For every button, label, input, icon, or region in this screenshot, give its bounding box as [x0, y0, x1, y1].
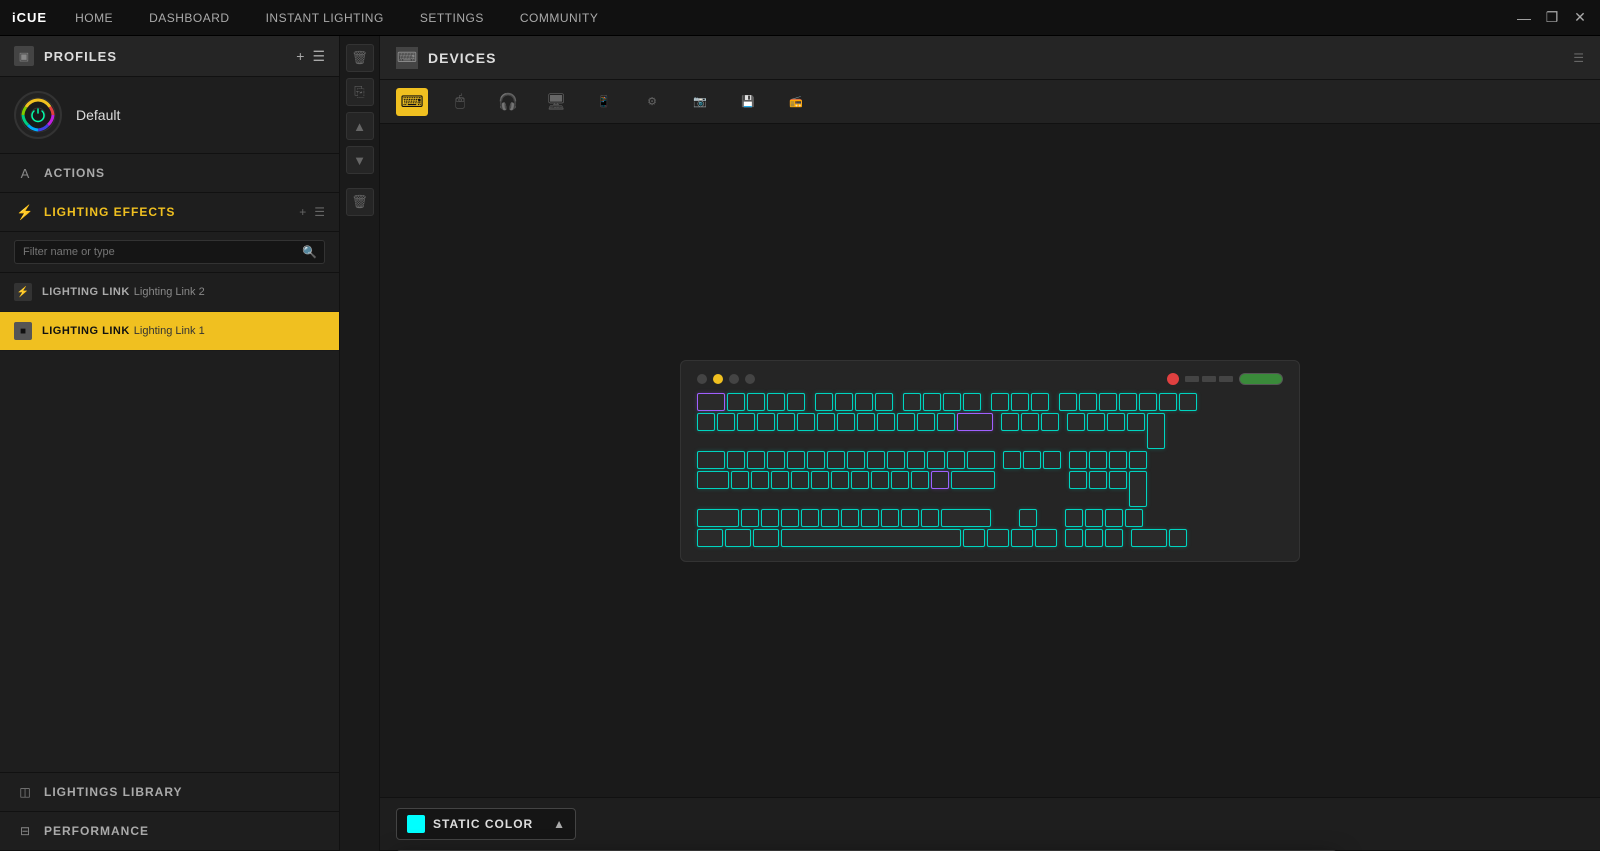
performance-icon: ⊟ [14, 820, 36, 842]
devices-icon: ⌨ [396, 47, 418, 69]
performance-section[interactable]: ⊟ PERFORMANCE [0, 812, 339, 851]
nav-community[interactable]: COMMUNITY [516, 11, 603, 25]
library-icon: ◫ [14, 781, 36, 803]
devices-header: ⌨ DEVICES ☰ [380, 36, 1600, 80]
minimize-button[interactable]: — [1516, 10, 1532, 26]
kb-power-indicator [1239, 373, 1283, 385]
lighting-title: LIGHTING EFFECTS [44, 205, 175, 219]
search-icon: 🔍 [302, 245, 317, 259]
window-controls: — ❐ ✕ [1516, 9, 1588, 26]
dropdown-color-preview [407, 815, 425, 833]
dropdown-bar: STATIC COLOR ▲ [380, 798, 1600, 851]
sidebar-bottom: ◫ LIGHTINGS LIBRARY ⊟ PERFORMANCE [0, 772, 339, 851]
devices-title: DEVICES [428, 50, 1573, 66]
main-layout: ▣ PROFILES + ☰ [0, 36, 1600, 851]
keyboard-area [380, 124, 1600, 797]
filter-input[interactable] [14, 240, 325, 264]
performance-title: PERFORMANCE [44, 824, 149, 838]
tool-column: 🗑 ⎘ ▲ ▼ 🗑 [340, 36, 380, 851]
link1-icon: ■ [14, 322, 32, 340]
actions-title: ACTIONS [44, 166, 105, 180]
tab-headset[interactable]: 🎧 [492, 88, 524, 116]
link2-icon: ⚡ [14, 283, 32, 301]
lighting-menu-button[interactable]: ☰ [314, 205, 325, 219]
profiles-menu-button[interactable]: ☰ [312, 48, 325, 65]
avatar [14, 91, 62, 139]
sidebar: ▣ PROFILES + ☰ [0, 36, 340, 851]
kb-dot-3 [729, 374, 739, 384]
library-section[interactable]: ◫ LIGHTINGS LIBRARY [0, 773, 339, 812]
profiles-add-button[interactable]: + [296, 48, 304, 65]
profiles-actions: + ☰ [296, 48, 325, 65]
profiles-header: ▣ PROFILES + ☰ [0, 36, 339, 77]
kb-dot-1 [697, 374, 707, 384]
devices-menu-button[interactable]: ☰ [1573, 51, 1584, 65]
dropdown-label: STATIC COLOR [433, 817, 545, 831]
link1-sub: Lighting Link 1 [134, 325, 205, 337]
chevron-up-icon: ▲ [553, 817, 565, 831]
profile-name: Default [76, 107, 120, 123]
link1-label: LIGHTING LINK [42, 325, 130, 337]
keyboard-container [680, 360, 1300, 562]
keyboard-title-bar [697, 373, 1283, 385]
tool-down[interactable]: ▼ [346, 146, 374, 174]
lighting-item-link1[interactable]: ■ LIGHTING LINK Lighting Link 1 [0, 312, 339, 351]
tool-up[interactable]: ▲ [346, 112, 374, 140]
tab-device7[interactable]: 💾 [732, 88, 764, 116]
tab-monitor[interactable]: 🖥 [540, 88, 572, 116]
content-area: ⌨ DEVICES ☰ ⌨ 🖱 🎧 🖥 📱 ⚙ 📷 💾 📻 [380, 36, 1600, 851]
device-tabs: ⌨ 🖱 🎧 🖥 📱 ⚙ 📷 💾 📻 [380, 80, 1600, 124]
nav-bar: HOME DASHBOARD INSTANT LIGHTING SETTINGS… [71, 11, 1516, 25]
keyboard-svg [697, 393, 1283, 547]
filter-bar: 🔍 [0, 232, 339, 273]
actions-section[interactable]: A ACTIONS [0, 154, 339, 193]
link2-label: LIGHTING LINK [42, 286, 130, 298]
lightning-icon: ⚡ [14, 201, 36, 223]
link2-sub: Lighting Link 2 [134, 286, 205, 298]
effects-panel: STATIC COLOR ▲ PREDEFINED SPIRAL RAINBOW… [380, 797, 1600, 851]
library-title: LIGHTINGS LIBRARY [44, 785, 183, 799]
lighting-add-button[interactable]: + [299, 205, 306, 219]
tab-keyboard[interactable]: ⌨ [396, 88, 428, 116]
tab-device4[interactable]: 📱 [588, 88, 620, 116]
actions-icon: A [14, 162, 36, 184]
nav-dashboard[interactable]: DASHBOARD [145, 11, 234, 25]
tool-trash2[interactable]: 🗑 [346, 188, 374, 216]
nav-instant-lighting[interactable]: INSTANT LIGHTING [262, 11, 388, 25]
effect-dropdown[interactable]: STATIC COLOR ▲ [396, 808, 576, 840]
kb-dot-4 [745, 374, 755, 384]
app-logo: iCUE [12, 10, 47, 25]
nav-home[interactable]: HOME [71, 11, 117, 25]
tool-delete[interactable]: 🗑 [346, 44, 374, 72]
profiles-title: PROFILES [44, 49, 296, 64]
close-button[interactable]: ✕ [1572, 9, 1588, 26]
tab-device5[interactable]: ⚙ [636, 88, 668, 116]
profiles-icon: ▣ [14, 46, 34, 66]
kb-dot-2 [713, 374, 723, 384]
lighting-effects-section[interactable]: ⚡ LIGHTING EFFECTS + ☰ [0, 193, 339, 232]
tool-copy[interactable]: ⎘ [346, 78, 374, 106]
tab-device8[interactable]: 📻 [780, 88, 812, 116]
maximize-button[interactable]: ❐ [1544, 9, 1560, 26]
kb-status-red [1167, 373, 1179, 385]
profile-item[interactable]: Default [0, 77, 339, 154]
nav-settings[interactable]: SETTINGS [416, 11, 488, 25]
lighting-actions: + ☰ [299, 205, 325, 219]
tab-mouse[interactable]: 🖱 [444, 88, 476, 116]
lighting-item-link2[interactable]: ⚡ LIGHTING LINK Lighting Link 2 [0, 273, 339, 312]
titlebar: iCUE HOME DASHBOARD INSTANT LIGHTING SET… [0, 0, 1600, 36]
tab-device6[interactable]: 📷 [684, 88, 716, 116]
